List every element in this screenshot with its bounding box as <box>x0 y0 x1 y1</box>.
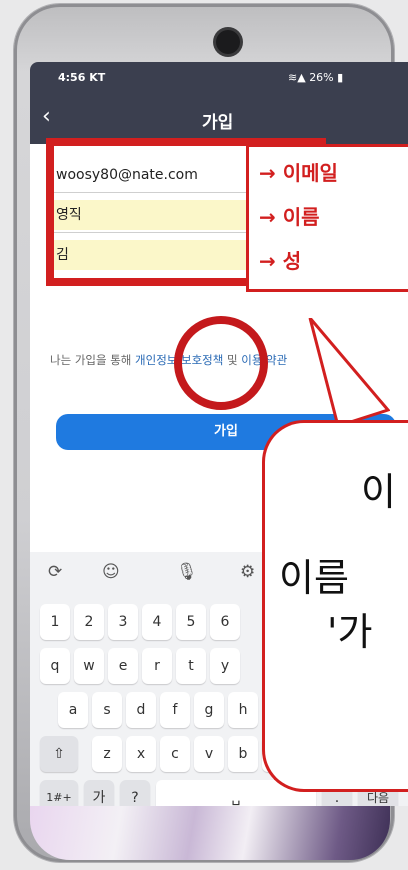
key[interactable]: y <box>210 648 240 684</box>
key[interactable]: h <box>228 692 258 728</box>
status-indicators: ≋▲ 26% ▮ <box>288 71 344 84</box>
key[interactable]: s <box>92 692 122 728</box>
front-camera <box>216 30 240 54</box>
key[interactable]: r <box>142 648 172 684</box>
key[interactable]: c <box>160 736 190 772</box>
key[interactable]: x <box>126 736 156 772</box>
bubble-text-line1: 이 <box>361 470 396 514</box>
key[interactable]: z <box>92 736 122 772</box>
join-button-highlight-circle <box>174 316 268 410</box>
key[interactable]: a <box>58 692 88 728</box>
speech-bubble-tail <box>308 318 390 428</box>
settings-gear-icon[interactable]: ⚙ <box>240 562 255 582</box>
key[interactable]: 4 <box>142 604 172 640</box>
microphone-icon[interactable]: 🎙 <box>176 562 198 582</box>
name-label: → 이름 <box>259 205 320 229</box>
key[interactable]: w <box>74 648 104 684</box>
question-key[interactable]: ? <box>120 780 150 806</box>
app-bar: ‹ 가입 <box>30 94 408 144</box>
key[interactable]: e <box>108 648 138 684</box>
key[interactable]: 2 <box>74 604 104 640</box>
status-bar: 4:56 KT ≋▲ 26% ▮ <box>30 62 408 94</box>
key[interactable]: g <box>194 692 224 728</box>
back-arrow-icon[interactable]: ‹ <box>42 104 51 129</box>
key[interactable]: b <box>228 736 258 772</box>
shift-key[interactable]: ⇧ <box>40 736 78 772</box>
emoji-icon[interactable]: ☺ <box>102 562 120 582</box>
page-title: 가입 <box>202 113 234 133</box>
email-label: → 이메일 <box>259 161 338 185</box>
key[interactable]: f <box>160 692 190 728</box>
battery-icon: ▮ <box>337 71 344 84</box>
hangul-key[interactable]: 가 <box>84 780 114 806</box>
field-labels-callout: → 이메일 → 이름 → 성 <box>246 144 408 292</box>
key[interactable]: v <box>194 736 224 772</box>
key[interactable]: 1 <box>40 604 70 640</box>
speech-bubble: 이 이름 '가 <box>262 420 408 792</box>
key[interactable]: 5 <box>176 604 206 640</box>
key[interactable]: d <box>126 692 156 728</box>
wallpaper-strip <box>30 806 390 860</box>
translate-icon[interactable]: ⟳ <box>48 562 62 582</box>
status-time: 4:56 KT <box>58 71 106 84</box>
bubble-text-line3: '가 <box>327 610 373 654</box>
key[interactable]: q <box>40 648 70 684</box>
key[interactable]: 6 <box>210 604 240 640</box>
key[interactable]: t <box>176 648 206 684</box>
symbols-key[interactable]: 1#+ <box>40 780 78 806</box>
wifi-signal-icon: ≋▲ <box>288 71 306 84</box>
surname-label: → 성 <box>259 249 302 273</box>
key[interactable]: 3 <box>108 604 138 640</box>
bubble-text-line2: 이름 <box>279 556 349 600</box>
